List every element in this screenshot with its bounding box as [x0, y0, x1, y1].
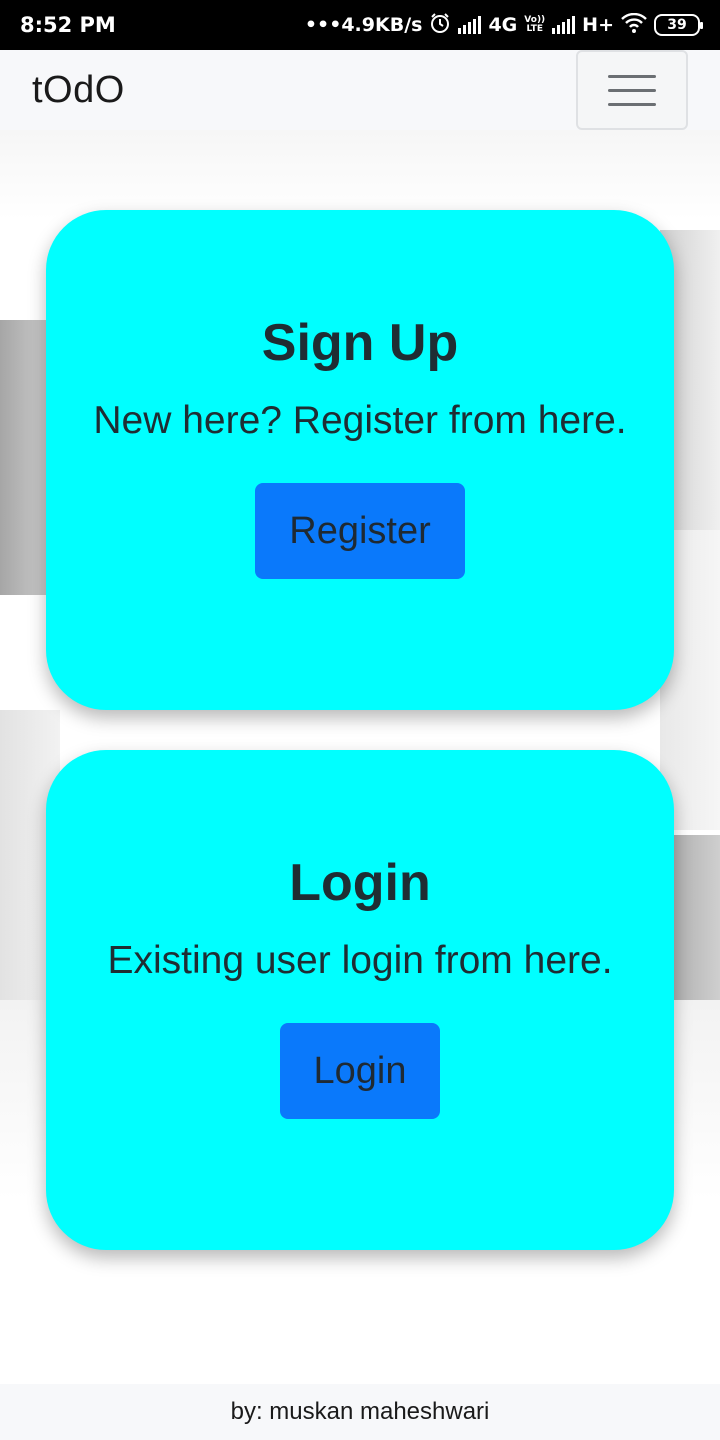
login-description: Existing user login from here.	[107, 939, 613, 982]
menu-toggle-button[interactable]	[576, 50, 688, 130]
brand-logo[interactable]: tOdO	[32, 69, 125, 112]
volte-icon: Vo)) LTE	[524, 16, 545, 34]
footer: by: muskan maheshwari	[0, 1384, 720, 1440]
register-button[interactable]: Register	[255, 483, 465, 579]
status-bar: 8:52 PM •••4.9KB/s 4G Vo)) LTE H+ 39	[0, 0, 720, 50]
volte-bottom: LTE	[526, 24, 543, 34]
alarm-icon	[429, 12, 451, 39]
background-block	[0, 130, 720, 220]
network-h-label: H+	[582, 14, 614, 36]
signup-title: Sign Up	[261, 314, 459, 372]
hamburger-line	[608, 102, 656, 106]
signup-description: New here? Register from here.	[93, 399, 627, 442]
battery-icon: 39	[654, 14, 703, 36]
login-button[interactable]: Login	[279, 1023, 441, 1119]
wifi-icon	[621, 12, 647, 38]
navbar: tOdO	[0, 50, 720, 130]
signup-card: Sign Up New here? Register from here. Re…	[46, 210, 674, 710]
status-time: 8:52 PM	[20, 13, 116, 37]
network-speed: •••4.9KB/s	[304, 14, 423, 36]
network-4g-label: 4G	[488, 14, 518, 36]
hamburger-line	[608, 88, 656, 92]
signal-icon	[458, 16, 482, 34]
login-card: Login Existing user login from here. Log…	[46, 750, 674, 1250]
footer-credit: by: muskan maheshwari	[230, 1398, 490, 1425]
signal-icon	[552, 16, 576, 34]
battery-level: 39	[667, 17, 687, 33]
login-title: Login	[289, 854, 431, 912]
status-icons: •••4.9KB/s 4G Vo)) LTE H+ 39	[304, 12, 703, 39]
hamburger-menu-icon	[608, 74, 656, 78]
